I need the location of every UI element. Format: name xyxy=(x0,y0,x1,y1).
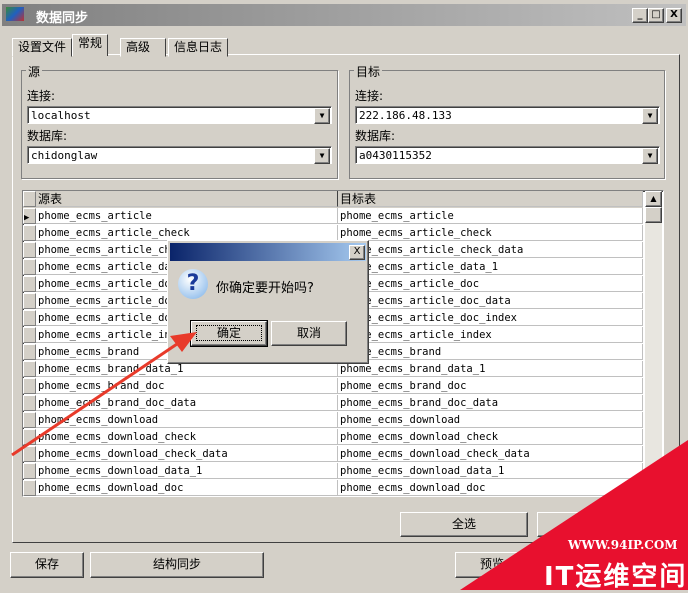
annotation-arrow xyxy=(11,332,197,457)
